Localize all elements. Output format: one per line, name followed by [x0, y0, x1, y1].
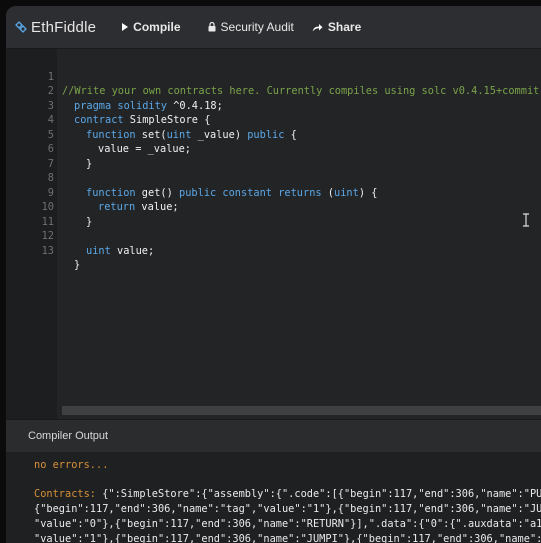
ethfiddle-logo-icon [15, 21, 27, 33]
horizontal-scrollbar[interactable] [62, 406, 541, 415]
compile-label: Compile [133, 20, 181, 34]
share-label: Share [327, 20, 362, 34]
line-number: 13 [41, 244, 54, 257]
code-text: uint value; [86, 244, 155, 257]
code-line-4: 4 function set(uint _value) public { [6, 99, 541, 141]
contracts-json-line: "value":"1"},{"begin":117,"end":306,"nam… [34, 533, 541, 543]
compiler-output-title: Compiler Output [28, 430, 109, 442]
code-line-10: 10 } [6, 186, 541, 228]
code-line-2: 2 pragma solidity ^0.4.18; [6, 70, 541, 112]
security-audit-button[interactable]: Security Audit [208, 20, 294, 34]
code-line-5: 5 value = _value; [6, 113, 541, 156]
compiler-output-panel[interactable]: no errors... Contracts: {":SimpleStore":… [6, 452, 541, 543]
security-audit-label: Security Audit [220, 20, 294, 34]
code-lines: 1 //Write your own contracts here. Curre… [6, 55, 541, 272]
brand[interactable]: EthFiddle [15, 19, 96, 36]
code-line-3: 3 contract SimpleStore { [6, 84, 541, 127]
text-cursor-icon [523, 213, 529, 227]
code-line-13: 13 } [6, 229, 541, 272]
contracts-json-line: "value":"0"},{"begin":117,"end":306,"nam… [34, 518, 541, 530]
app-window: EthFiddle Compile Security Audit Share 1… [6, 6, 541, 543]
code-line-7: 7 [6, 142, 541, 170]
code-line-9: 9 return value; [6, 171, 541, 214]
code-line-8: 8 function get() public constant returns… [6, 157, 541, 199]
no-errors-text: no errors... [34, 459, 109, 471]
contracts-line: Contracts: {":SimpleStore":{"assembly":{… [34, 488, 541, 500]
code-line-1: 1 //Write your own contracts here. Curre… [6, 55, 541, 98]
contracts-json-line: {"begin":117,"end":306,"name":"tag","val… [34, 503, 541, 515]
code-text: } [74, 259, 81, 271]
compiler-output-header[interactable]: Compiler Output [6, 419, 541, 452]
brand-name: EthFiddle [31, 18, 97, 36]
play-icon [122, 23, 129, 31]
code-editor[interactable]: 1 //Write your own contracts here. Curre… [6, 49, 541, 419]
compile-button[interactable]: Compile [122, 20, 181, 34]
navbar: EthFiddle Compile Security Audit Share [6, 6, 541, 49]
code-line-6: 6 } [6, 128, 541, 170]
lock-icon [208, 22, 216, 32]
share-button[interactable]: Share [312, 20, 361, 34]
share-arrow-icon [312, 23, 323, 32]
code-line-12: 12 uint value; [6, 215, 541, 257]
code-line-11: 11 [6, 200, 541, 228]
